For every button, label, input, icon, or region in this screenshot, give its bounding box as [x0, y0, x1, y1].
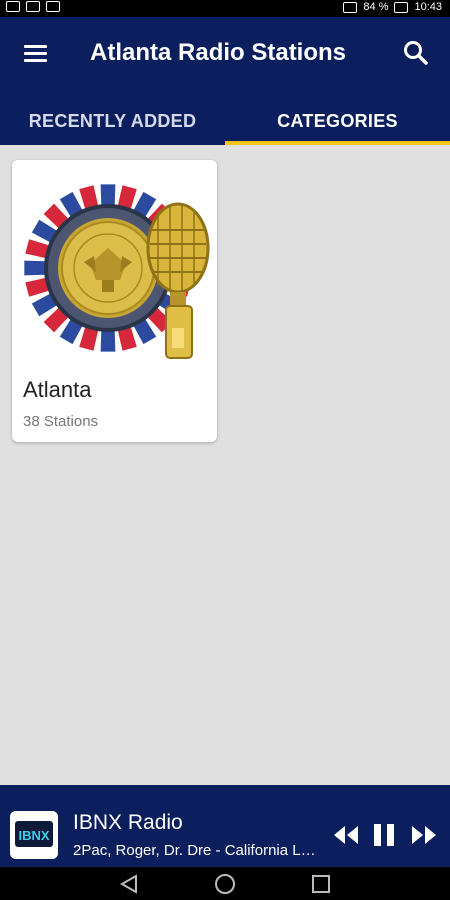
- back-icon[interactable]: [117, 873, 141, 895]
- tab-categories[interactable]: CATEGORIES: [225, 97, 450, 145]
- category-name: Atlanta: [23, 377, 92, 402]
- status-bar: 84 % 10:43: [0, 0, 450, 17]
- wifi-icon: [343, 1, 358, 13]
- home-icon[interactable]: [213, 873, 237, 895]
- notification-icon: [6, 1, 20, 12]
- station-count: 38 Stations: [23, 413, 99, 430]
- station-name: IBNX Radio: [73, 811, 183, 834]
- status-icons-right: 84 % 10:43: [343, 1, 442, 13]
- signal-icon: [26, 1, 40, 12]
- rewind-icon[interactable]: [332, 822, 360, 848]
- svg-text:IBNX: IBNX: [18, 828, 49, 843]
- battery-icon: [394, 1, 409, 13]
- tab-bar: RECENTLY ADDED CATEGORIES: [0, 97, 450, 145]
- app-bar: Atlanta Radio Stations RECENTLY ADDED CA…: [0, 17, 450, 145]
- now-playing-bar[interactable]: IBNX IBNX Radio 2Pac, Roger, Dr. Dre - C…: [0, 785, 450, 867]
- system-navigation-bar: [0, 867, 450, 900]
- category-card-atlanta[interactable]: Atlanta 38 Stations: [12, 160, 217, 442]
- tab-recently-added[interactable]: RECENTLY ADDED: [0, 97, 225, 145]
- clock: 10:43: [414, 1, 442, 13]
- app-notification-icon: [46, 1, 60, 12]
- page-title: Atlanta Radio Stations: [90, 39, 347, 66]
- pause-icon[interactable]: [371, 822, 399, 848]
- station-logo: IBNX: [10, 811, 58, 859]
- recents-icon[interactable]: [309, 873, 333, 895]
- battery-level: 84 %: [363, 1, 389, 13]
- atlanta-category-image: [20, 168, 210, 368]
- now-playing-track: 2Pac, Roger, Dr. Dre - California Love: [73, 842, 318, 859]
- fast-forward-icon[interactable]: [410, 822, 438, 848]
- hamburger-menu-icon[interactable]: [22, 41, 50, 65]
- search-icon[interactable]: [402, 39, 430, 67]
- status-icons-left: [6, 1, 60, 12]
